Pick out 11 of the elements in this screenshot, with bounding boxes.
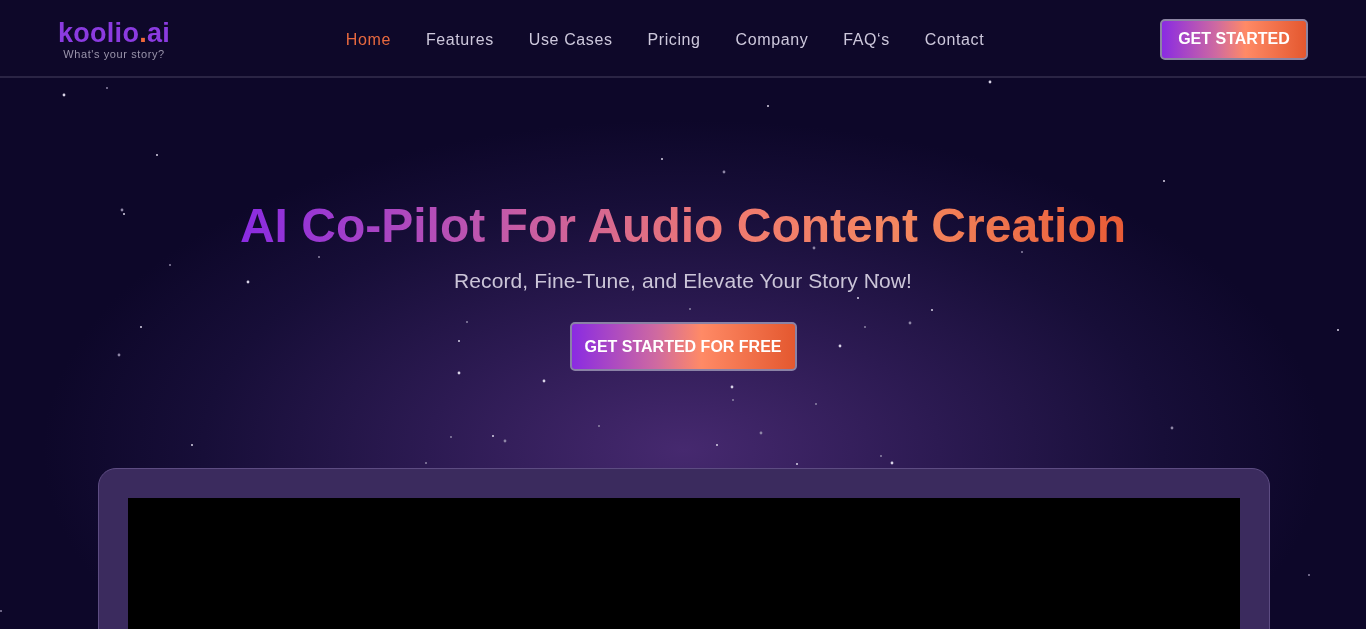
hero-subtitle: Record, Fine-Tune, and Elevate Your Story Now! bbox=[454, 268, 912, 294]
nav-link[interactable]: Features bbox=[425, 30, 494, 50]
nav-link[interactable]: Company bbox=[735, 30, 809, 50]
get-started-button[interactable]: GET STARTED bbox=[1160, 18, 1308, 60]
nav-link[interactable]: Use Cases bbox=[528, 30, 613, 50]
nav-link[interactable]: FAQ‘s bbox=[843, 30, 890, 50]
logo-wordmark[interactable]: koolio.ai bbox=[57, 17, 171, 48]
nav-link[interactable]: Pricing bbox=[647, 30, 701, 50]
nav-link[interactable]: Home bbox=[345, 30, 391, 50]
tagline-text: What's your story? bbox=[63, 46, 165, 61]
nav-link[interactable]: Contact bbox=[924, 30, 985, 50]
